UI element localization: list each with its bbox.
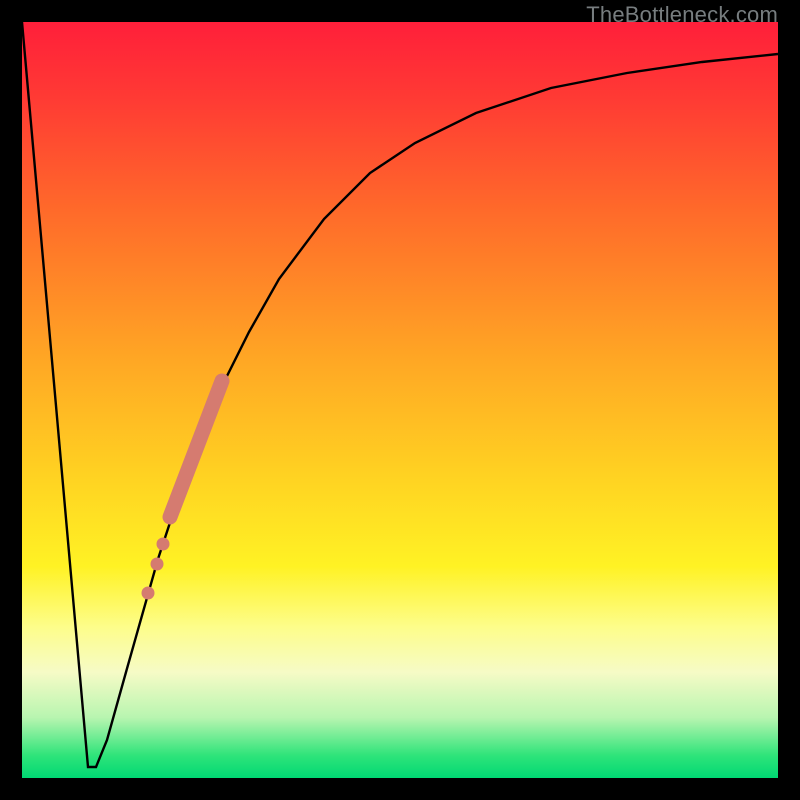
chart-stage: TheBottleneck.com (0, 0, 800, 800)
highlight-thick-segment (170, 381, 222, 517)
curve-layer (22, 22, 778, 778)
highlight-dot (142, 587, 154, 599)
highlight-dot (151, 558, 163, 570)
highlight-band (142, 381, 222, 599)
highlight-dot (157, 538, 169, 550)
bottleneck-curve (22, 22, 778, 767)
watermark-text: TheBottleneck.com (586, 2, 778, 28)
plot-area (22, 22, 778, 778)
